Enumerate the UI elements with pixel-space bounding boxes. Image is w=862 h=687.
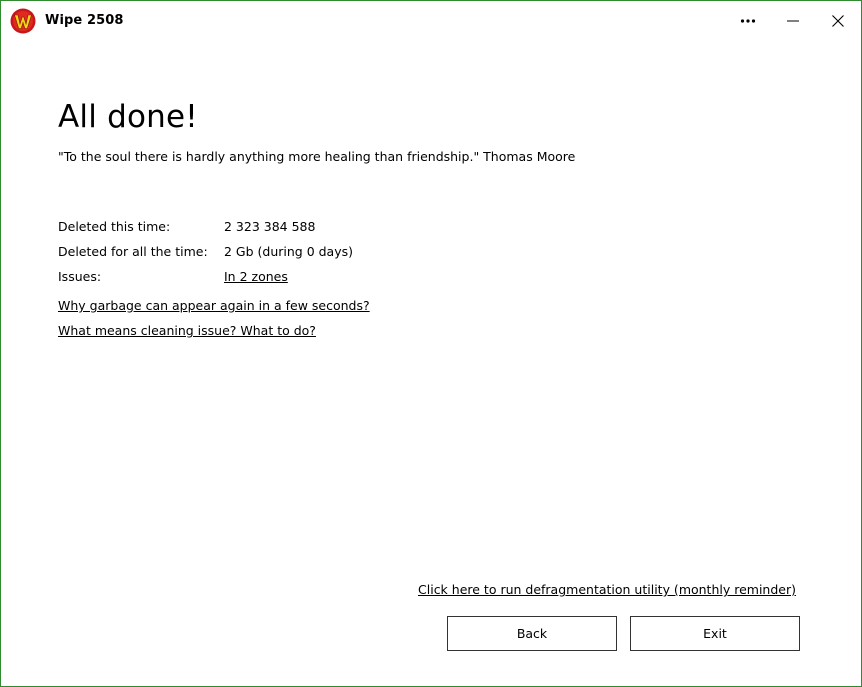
deleted-all-time-label: Deleted for all the time: <box>58 244 208 259</box>
cleaning-issue-help-link[interactable]: What means cleaning issue? What to do? <box>58 323 316 338</box>
title-bar[interactable]: Wipe 2508 <box>1 1 861 41</box>
deleted-this-time-value: 2 323 384 588 <box>224 219 316 234</box>
app-window: Wipe 2508 All done! "To the soul there i… <box>0 0 862 687</box>
close-icon <box>832 15 844 27</box>
minimize-icon <box>787 20 799 22</box>
issues-label: Issues: <box>58 269 102 284</box>
wipe-logo-icon <box>10 8 36 34</box>
app-title: Wipe 2508 <box>45 13 124 28</box>
deleted-all-time-value: 2 Gb (during 0 days) <box>224 244 354 259</box>
more-options-icon <box>740 19 756 23</box>
deleted-this-time-label: Deleted this time: <box>58 219 171 234</box>
page-title: All done! <box>58 99 198 135</box>
back-button[interactable]: Back <box>447 616 617 651</box>
defragmentation-link[interactable]: Click here to run defragmentation utilit… <box>418 582 796 597</box>
more-options-button[interactable] <box>725 1 771 41</box>
exit-button[interactable]: Exit <box>630 616 800 651</box>
quote-text: "To the soul there is hardly anything mo… <box>58 149 576 164</box>
garbage-reappear-help-link[interactable]: Why garbage can appear again in a few se… <box>58 298 370 313</box>
close-button[interactable] <box>815 1 861 41</box>
issues-zones-link[interactable]: In 2 zones <box>224 269 288 284</box>
minimize-button[interactable] <box>770 1 816 41</box>
